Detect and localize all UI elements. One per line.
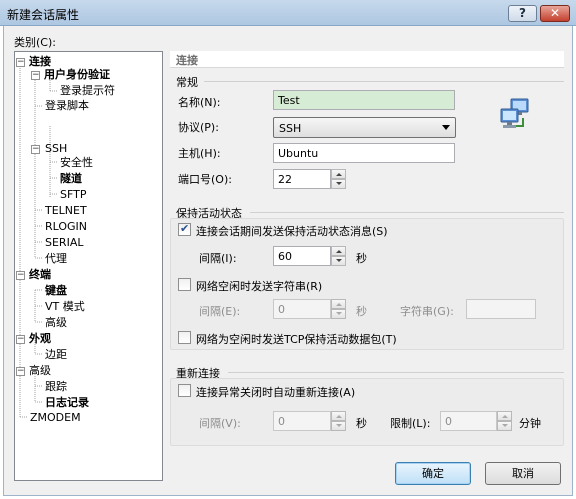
idle-interval-field[interactable]: 0	[273, 299, 331, 319]
protocol-label: 协议(P):	[178, 121, 219, 134]
auto-reconnect-checkbox[interactable]	[178, 384, 191, 397]
dialog-body: 类别(C): − 连接 − 用户身份验证 登录提示符 登录脚本 − SSH 安全…	[3, 26, 573, 496]
protocol-select-value: SSH	[279, 122, 302, 135]
cancel-button[interactable]: 取消	[485, 462, 561, 485]
tree-item-proxy[interactable]: 代理	[45, 252, 67, 266]
chevron-down-icon	[442, 125, 450, 130]
tree-item-login-prompts[interactable]: 登录提示符	[60, 84, 115, 98]
keepalive-interval-label: 间隔(I):	[199, 252, 237, 265]
idle-interval-down-button[interactable]	[331, 309, 346, 319]
string-field[interactable]	[466, 299, 536, 319]
tree-item-telnet[interactable]: TELNET	[45, 204, 87, 218]
limit-field[interactable]: 0	[440, 411, 497, 431]
idle-seconds-label: 秒	[356, 305, 367, 318]
close-button[interactable]: ✕	[540, 5, 570, 22]
tree-item-sftp[interactable]: SFTP	[60, 188, 86, 202]
panel-header-title: 连接	[176, 54, 198, 67]
send-keepalive-label[interactable]: 连接会话期间发送保持活动状态消息(S)	[196, 223, 388, 239]
tcp-keepalive-checkbox[interactable]	[178, 331, 191, 344]
tree-item-zmodem[interactable]: ZMODEM	[30, 411, 81, 425]
tree-expander-connection[interactable]: −	[16, 58, 25, 67]
port-field[interactable]: 22	[273, 169, 331, 189]
limit-spinner[interactable]: 0	[440, 411, 512, 431]
idle-interval-up-button[interactable]	[331, 299, 346, 309]
reconnect-seconds-label: 秒	[356, 417, 367, 430]
protocol-select[interactable]: SSH	[273, 117, 456, 138]
port-spinner[interactable]: 22	[273, 169, 346, 189]
tree-item-connection[interactable]: 连接	[29, 55, 51, 69]
port-down-button[interactable]	[331, 179, 346, 189]
title-bar: 新建会话属性 ? ✕	[0, 0, 576, 26]
tree-item-terminal-advanced[interactable]: 高级	[45, 316, 67, 330]
reconnect-interval-field[interactable]: 0	[273, 411, 331, 431]
tree-expander-terminal[interactable]: −	[16, 271, 25, 280]
tree-item-tunneling[interactable]: 隧道	[60, 172, 82, 186]
reconnect-interval-down-button[interactable]	[331, 421, 346, 431]
name-label: 名称(N):	[178, 96, 221, 109]
window-title: 新建会话属性	[7, 8, 80, 22]
tree-expander-authentication[interactable]: −	[31, 71, 40, 80]
tree-item-security[interactable]: 安全性	[60, 156, 93, 170]
idle-interval-spinner[interactable]: 0	[273, 299, 346, 319]
tree-item-trace[interactable]: 跟踪	[45, 380, 67, 394]
tree-item-logging[interactable]: 日志记录	[45, 396, 89, 410]
category-label: 类别(C):	[14, 36, 56, 49]
tree-item-rlogin[interactable]: RLOGIN	[45, 220, 87, 234]
tree-item-terminal[interactable]: 终端	[29, 268, 51, 282]
general-group-title: 常规	[176, 76, 198, 89]
keepalive-interval-down-button[interactable]	[331, 256, 346, 266]
string-label: 字符串(G):	[400, 305, 454, 318]
tree-item-vt-modes[interactable]: VT 模式	[45, 300, 85, 314]
tree-item-margins[interactable]: 边距	[45, 348, 67, 362]
reconnect-interval-label: 间隔(V):	[199, 417, 241, 430]
idle-interval-label: 间隔(E):	[199, 305, 241, 318]
tree-expander-ssh[interactable]: −	[31, 145, 40, 154]
keepalive-interval-up-button[interactable]	[331, 246, 346, 256]
tree-item-keyboard[interactable]: 键盘	[45, 284, 67, 298]
keepalive-interval-spinner[interactable]: 60	[273, 246, 346, 266]
tree-item-serial[interactable]: SERIAL	[45, 236, 83, 250]
tree-expander-advanced[interactable]: −	[16, 367, 25, 376]
tree-expander-appearance[interactable]: −	[16, 335, 25, 344]
panel-header: 连接	[170, 51, 564, 68]
port-up-button[interactable]	[331, 169, 346, 179]
tree-item-advanced[interactable]: 高级	[29, 364, 51, 378]
idle-string-label[interactable]: 网络空闲时发送字符串(R)	[196, 278, 322, 294]
send-keepalive-checkbox[interactable]	[178, 222, 191, 236]
minutes-label: 分钟	[519, 417, 541, 430]
network-computers-icon	[498, 96, 534, 135]
idle-string-checkbox[interactable]	[178, 278, 191, 291]
limit-label: 限制(L):	[390, 417, 431, 430]
tree-item-ssh[interactable]: SSH	[45, 142, 67, 156]
tcp-keepalive-label[interactable]: 网络为空闲时发送TCP保持活动数据包(T)	[196, 331, 397, 347]
host-field[interactable]: Ubuntu	[273, 143, 455, 163]
general-group-line	[204, 81, 564, 82]
tree-item-authentication[interactable]: 用户身份验证	[44, 68, 110, 82]
reconnect-group-line	[228, 372, 564, 373]
limit-up-button[interactable]	[497, 411, 512, 421]
keepalive-interval-field[interactable]: 60	[273, 246, 331, 266]
help-button[interactable]: ?	[508, 5, 537, 22]
keepalive-seconds-label: 秒	[356, 252, 367, 265]
tree-item-appearance[interactable]: 外观	[29, 332, 51, 346]
keepalive-group-line	[250, 212, 564, 213]
port-label: 端口号(O):	[178, 173, 232, 186]
category-tree[interactable]: − 连接 − 用户身份验证 登录提示符 登录脚本 − SSH 安全性 隧道 SF…	[14, 51, 163, 481]
ok-button[interactable]: 确定	[395, 462, 471, 485]
reconnect-interval-up-button[interactable]	[331, 411, 346, 421]
limit-down-button[interactable]	[497, 421, 512, 431]
auto-reconnect-label[interactable]: 连接异常关闭时自动重新连接(A)	[196, 384, 355, 400]
reconnect-interval-spinner[interactable]: 0	[273, 411, 346, 431]
name-field[interactable]: Test	[273, 90, 455, 110]
host-label: 主机(H):	[178, 147, 221, 160]
tree-item-login-script[interactable]: 登录脚本	[45, 99, 89, 113]
